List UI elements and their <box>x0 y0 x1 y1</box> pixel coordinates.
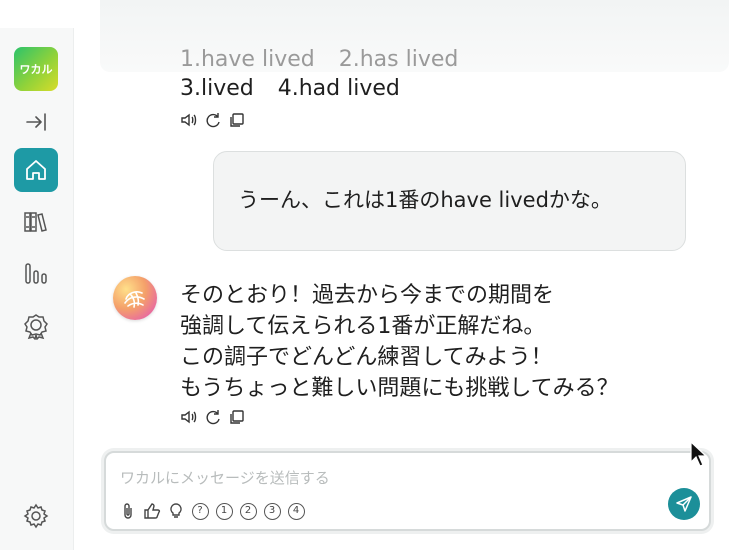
user-message-bubble: うーん、これは1番のhave livedかな。 <box>213 151 686 251</box>
question-options-line-1: 1.have lived 2.has lived <box>180 45 458 74</box>
mouse-cursor-icon <box>690 440 708 467</box>
assistant-reply: そのとおり！過去から今までの期間を 強調して伝えられる1番が正解だね。 この調子… <box>180 280 619 404</box>
sidebar: ワカル <box>0 28 74 550</box>
reply-line: 強調して伝えられる1番が正解だね。 <box>180 314 546 339</box>
regenerate-icon[interactable] <box>204 408 222 426</box>
home-icon <box>26 160 46 180</box>
send-icon <box>676 496 692 512</box>
option-1: 1.have lived <box>180 47 315 72</box>
reply-line: そのとおり！過去から今までの期間を <box>180 283 555 308</box>
sidebar-item-achievements[interactable] <box>14 304 58 348</box>
regenerate-icon[interactable] <box>204 111 222 129</box>
lightbulb-icon[interactable] <box>166 501 186 521</box>
option-3-button[interactable]: 3 <box>263 502 281 520</box>
option-1-button[interactable]: 1 <box>215 502 233 520</box>
badge-icon <box>24 314 48 340</box>
reply-actions <box>180 408 246 426</box>
composer-toolbar: ? 1 2 3 4 <box>118 501 306 521</box>
bar-chart-icon <box>25 263 47 284</box>
send-button[interactable] <box>668 488 700 520</box>
message-actions <box>180 111 246 129</box>
thumbs-up-icon[interactable] <box>142 501 162 521</box>
help-button[interactable]: ? <box>191 502 209 520</box>
attach-icon[interactable] <box>118 501 138 521</box>
question-options-line-2: 3.lived 4.had lived <box>180 74 400 103</box>
option-4-button[interactable]: 4 <box>287 502 305 520</box>
speaker-icon[interactable] <box>180 111 198 129</box>
reply-line: この調子でどんどん練習してみよう！ <box>180 345 553 370</box>
sidebar-item-stats[interactable] <box>14 252 58 296</box>
gear-icon[interactable] <box>22 502 50 530</box>
app-logo[interactable]: ワカル <box>14 47 58 91</box>
sidebar-item-library[interactable] <box>14 200 58 244</box>
collapse-arrow-icon <box>26 113 46 131</box>
message-composer: ? 1 2 3 4 <box>104 451 711 531</box>
option-3: 3.lived <box>180 76 254 101</box>
reply-line: もうちょっと難しい問題にも挑戦してみる？ <box>180 376 619 401</box>
faded-question-text <box>180 18 660 32</box>
assistant-avatar <box>113 276 157 320</box>
assistant-logo-icon <box>124 291 145 308</box>
option-2: 2.has lived <box>338 47 459 72</box>
sidebar-collapse-button[interactable] <box>14 100 58 144</box>
copy-icon[interactable] <box>228 408 246 426</box>
message-input[interactable] <box>120 465 660 491</box>
speaker-icon[interactable] <box>180 408 198 426</box>
books-icon <box>24 212 47 232</box>
option-2-button[interactable]: 2 <box>239 502 257 520</box>
option-4: 4.had lived <box>277 76 400 101</box>
user-message-text: うーん、これは1番のhave livedかな。 <box>238 188 612 212</box>
copy-icon[interactable] <box>228 111 246 129</box>
sidebar-item-home[interactable] <box>14 148 58 192</box>
